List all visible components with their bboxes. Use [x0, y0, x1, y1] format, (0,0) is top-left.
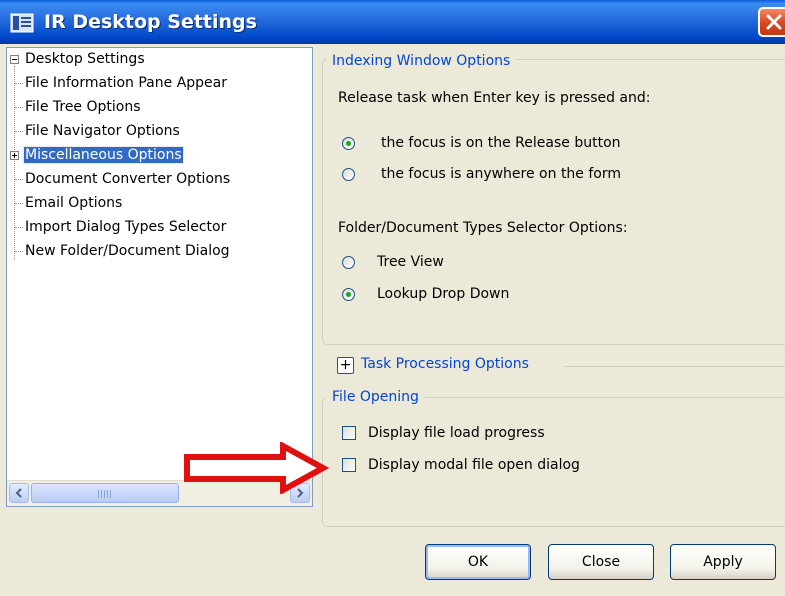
tree-item-label: File Tree Options: [25, 99, 141, 115]
display-modal-file-open-dialog-label[interactable]: Display modal file open dialog: [368, 457, 580, 473]
scroll-left-button[interactable]: [9, 483, 29, 503]
tree-item-label: Miscellaneous Options: [23, 146, 184, 164]
close-window-button[interactable]: [758, 7, 785, 37]
tree-item-label: Email Options: [25, 195, 123, 211]
apply-button[interactable]: Apply: [670, 544, 776, 580]
task-processing-separator: [564, 366, 785, 367]
selector-prompt: Folder/Document Types Selector Options:: [338, 220, 628, 236]
tree-connector: [15, 203, 23, 204]
tree-root[interactable]: Desktop Settings: [25, 48, 145, 70]
close-icon: [766, 14, 782, 30]
tree-view-radio[interactable]: [342, 256, 355, 269]
tree-connector: [15, 83, 23, 84]
release-focus-anywhere-radio[interactable]: [342, 168, 355, 181]
release-focus-button-label[interactable]: the focus is on the Release button: [381, 135, 621, 151]
display-modal-file-open-dialog-checkbox[interactable]: [342, 458, 356, 472]
tree-view-label[interactable]: Tree View: [377, 254, 444, 270]
tree-item-file-navigator-options[interactable]: File Navigator Options: [25, 120, 180, 142]
expand-icon[interactable]: [10, 151, 19, 160]
tree-connector: [15, 179, 23, 180]
tree-item-label: Import Dialog Types Selector: [25, 219, 227, 235]
indexing-window-options-title: Indexing Window Options: [326, 52, 517, 70]
expand-task-processing-button[interactable]: +: [337, 357, 354, 374]
close-button[interactable]: Close: [548, 544, 654, 580]
file-opening-title: File Opening: [326, 388, 425, 406]
settings-tree[interactable]: Desktop Settings File Information Pane A…: [6, 47, 313, 507]
task-processing-options-title[interactable]: Task Processing Options: [361, 356, 529, 372]
tree-item-email-options[interactable]: Email Options: [25, 192, 122, 214]
tree-connector: [15, 251, 23, 252]
release-prompt: Release task when Enter key is pressed a…: [338, 90, 651, 106]
tree-item-label: File Navigator Options: [25, 123, 180, 139]
collapse-icon[interactable]: [10, 55, 19, 64]
tree-item-label: New Folder/Document Dialog: [25, 243, 230, 259]
tree-connector: [15, 107, 23, 108]
tree-item-document-converter-options[interactable]: Document Converter Options: [25, 168, 230, 190]
tree-item-file-information-pane[interactable]: File Information Pane Appear: [25, 72, 227, 94]
lookup-drop-down-label[interactable]: Lookup Drop Down: [377, 286, 509, 302]
tree-item-miscellaneous-options[interactable]: Miscellaneous Options: [23, 144, 184, 166]
grip-icon: [98, 490, 112, 498]
tree-item-file-tree-options[interactable]: File Tree Options: [25, 96, 141, 118]
tree-connector: [15, 227, 23, 228]
chevron-left-icon: [15, 488, 22, 498]
window-title: IR Desktop Settings: [44, 11, 257, 33]
lookup-drop-down-radio[interactable]: [342, 288, 355, 301]
tree-item-new-folder-document-dialog[interactable]: New Folder/Document Dialog: [25, 240, 230, 262]
scroll-thumb[interactable]: [31, 483, 179, 503]
ok-button[interactable]: OK: [425, 544, 531, 580]
title-bar[interactable]: IR Desktop Settings: [0, 0, 785, 44]
display-file-load-progress-label[interactable]: Display file load progress: [368, 425, 545, 441]
tree-root-label: Desktop Settings: [25, 51, 145, 67]
annotation-arrow-icon: [184, 442, 330, 494]
release-focus-button-radio[interactable]: [342, 137, 355, 150]
tree-item-import-dialog-types-selector[interactable]: Import Dialog Types Selector: [25, 216, 226, 238]
tree-item-label: File Information Pane Appear: [25, 75, 227, 91]
tree-connector: [14, 66, 15, 260]
settings-dialog: IR Desktop Settings Desktop Settings Fil…: [0, 0, 785, 596]
plus-icon: +: [339, 357, 352, 373]
display-file-load-progress-checkbox[interactable]: [342, 426, 356, 440]
tree-item-label: Document Converter Options: [25, 171, 231, 187]
options-panel: Indexing Window Options Release task whe…: [318, 47, 785, 527]
release-focus-anywhere-label[interactable]: the focus is anywhere on the form: [381, 166, 621, 182]
tree-connector: [15, 131, 23, 132]
app-icon: [10, 13, 34, 33]
